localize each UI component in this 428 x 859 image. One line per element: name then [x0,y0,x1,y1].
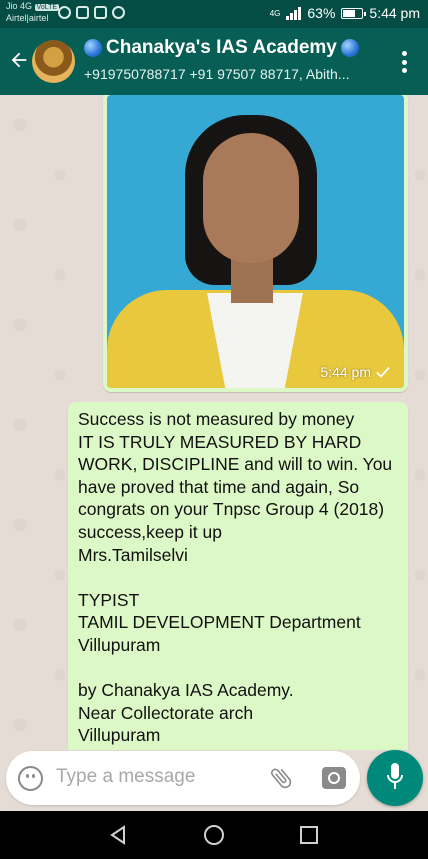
youtube-icon [94,6,107,19]
image-time: 5:44 pm [320,364,371,380]
emoji-icon[interactable] [18,766,43,791]
image-timestamp: 5:44 pm [320,364,390,380]
arrow-left-icon[interactable] [8,48,30,72]
more-vert-icon[interactable] [402,51,408,73]
group-title: Chanakya's IAS Academy [106,37,337,58]
status-right: 4G 63% 5:44 pm [270,5,420,21]
check-icon [376,366,390,378]
paperclip-icon[interactable] [268,765,294,791]
mic-button[interactable] [367,750,423,806]
network-type: 4G [269,8,281,18]
group-avatar[interactable] [32,40,75,83]
camera-icon[interactable] [322,767,346,789]
message-input-bar[interactable]: Type a message [6,751,360,805]
phone-icon [76,6,89,19]
nav-home-icon[interactable] [204,825,224,845]
sync-icon [112,6,125,19]
message-text: Success is not measured by money IT IS T… [78,409,393,746]
carrier-info: Jio 4G VoLTE Airtel|airtel [6,1,60,24]
status-bar: Jio 4G VoLTE Airtel|airtel 4G 63% 5:44 p… [0,0,428,28]
message-input[interactable]: Type a message [56,766,195,788]
battery-percent: 63% [307,5,336,21]
group-title-row[interactable]: Chanakya's IAS Academy [84,37,384,59]
vpn-icon [58,6,71,19]
volte-badge: VoLTE [34,4,60,11]
system-nav-bar [0,811,428,859]
notification-icons [58,6,125,19]
text-message[interactable]: Success is not measured by money IT IS T… [68,402,408,750]
carrier-line1: Jio 4G [6,1,33,11]
group-members[interactable]: +919750788717 +91 97507 88717, Abith... [84,66,382,82]
globe-icon [340,39,359,57]
mic-icon [387,763,403,789]
image-message[interactable]: 5:44 pm [103,95,408,392]
nav-recents-icon[interactable] [300,826,318,844]
carrier-line2: Airtel|airtel [6,13,49,23]
nav-back-icon[interactable] [108,825,128,845]
chat-header[interactable]: Chanakya's IAS Academy +919750788717 +91… [0,28,428,95]
battery-icon [341,7,367,19]
chat-area[interactable]: 5:44 pm Success is not measured by money… [0,95,428,750]
photo[interactable]: 5:44 pm [107,95,404,388]
signal-icon [286,6,302,20]
globe-icon [84,39,102,57]
status-time: 5:44 pm [369,5,420,21]
